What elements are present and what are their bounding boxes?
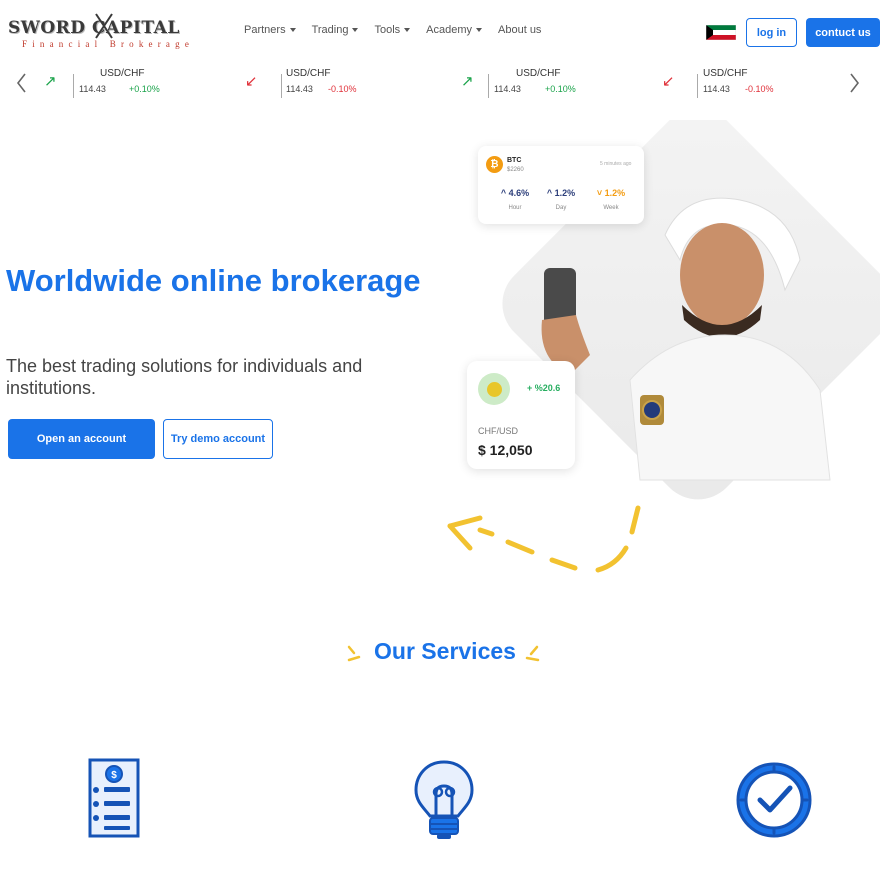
btc-price: $2260: [507, 167, 524, 173]
chevron-down-icon: [352, 28, 359, 33]
nav-tools[interactable]: Tools: [374, 24, 411, 36]
ticker-item[interactable]: ↙ USD/CHF 114.43 -0.10%: [245, 66, 445, 102]
swords-icon: [95, 13, 113, 39]
chevron-down-icon: [289, 28, 296, 33]
main-nav: Partners Trading Tools Academy About us: [244, 24, 557, 36]
arrow-up-icon: ^: [500, 188, 509, 198]
divider: [697, 74, 698, 98]
logo-tagline: Financial Brokerage: [22, 39, 195, 49]
lightbulb-icon[interactable]: [404, 758, 484, 842]
ticker-change: +0.10%: [545, 84, 576, 94]
arrow-up-icon: ^: [546, 188, 555, 198]
bitcoin-icon: ₿: [486, 156, 503, 173]
hero-subtitle: The best trading solutions for individua…: [6, 356, 363, 398]
kuwait-flag-icon[interactable]: [706, 25, 736, 40]
dashed-arrow-decoration: [447, 505, 641, 573]
ticker-change: -0.10%: [745, 84, 774, 94]
ticker-price: 114.43: [494, 84, 521, 94]
nav-partners-label: Partners: [244, 24, 286, 36]
chf-pair: CHF/USD: [478, 426, 518, 436]
svg-text:$: $: [111, 770, 117, 781]
chf-price: $ 12,050: [478, 442, 533, 458]
nav-trading-label: Trading: [311, 24, 349, 36]
ticker-change: -0.10%: [328, 84, 357, 94]
nav-about-label: About us: [498, 24, 542, 36]
site-header: SWORD CAPITAL Financial Brokerage Partne…: [0, 0, 889, 62]
stat-value: 1.2%: [554, 188, 576, 198]
coin-icon: [478, 373, 510, 405]
ticker-item[interactable]: ↙ USD/CHF 114.43 -0.10%: [662, 66, 842, 102]
open-account-button[interactable]: Open an account: [8, 419, 155, 459]
sparkle-right-icon: [525, 645, 540, 662]
nav-tools-label: Tools: [374, 24, 401, 36]
btc-stat-hour: ^ 4.6% Hour: [492, 188, 538, 211]
nav-academy-label: Academy: [426, 24, 473, 36]
chf-price-card: + %20.6 CHF/USD $ 12,050: [467, 361, 575, 469]
btc-stat-day: ^ 1.2% Day: [538, 188, 584, 211]
ticker-pair: USD/CHF: [286, 68, 331, 79]
chevron-down-icon: [404, 28, 411, 33]
btc-name: BTC: [507, 157, 522, 164]
ticker-price: 114.43: [79, 84, 106, 94]
chevron-down-icon: [476, 28, 483, 33]
ticker-price: 114.43: [286, 84, 313, 94]
invoice-icon[interactable]: $: [78, 758, 158, 842]
stat-label: Week: [603, 205, 619, 211]
contact-button[interactable]: contuct us: [806, 18, 880, 47]
stat-label: Hour: [508, 205, 522, 211]
chevron-left-icon[interactable]: [14, 72, 30, 94]
hero-title: Worldwide online brokerage: [6, 263, 421, 298]
ticker-change: +0.10%: [129, 84, 160, 94]
nav-trading[interactable]: Trading: [312, 24, 359, 36]
demo-account-button[interactable]: Try demo account: [163, 419, 273, 459]
ticker-pair: USD/CHF: [703, 68, 748, 79]
nav-partners[interactable]: Partners: [244, 24, 296, 36]
btc-stat-week: ˅ 1.2% Week: [588, 188, 634, 211]
ticker-item[interactable]: ↗ USD/CHF 114.43 +0.10%: [461, 66, 661, 102]
chf-change: + %20.6: [527, 383, 561, 393]
ticker-pair: USD/CHF: [100, 68, 145, 79]
divider: [73, 74, 74, 98]
nav-about[interactable]: About us: [498, 24, 541, 36]
btc-time: 5 minutes ago: [600, 161, 632, 167]
ticker-pair: USD/CHF: [516, 68, 561, 79]
clock-check-icon[interactable]: [734, 758, 814, 842]
divider: [488, 74, 489, 98]
ticker-price: 114.43: [703, 84, 730, 94]
stat-value: 1.2%: [604, 188, 626, 198]
arrow-down-icon: ˅: [596, 188, 605, 198]
btc-price-card: ₿ BTC $2260 5 minutes ago ^ 4.6% Hour ^ …: [478, 146, 644, 224]
arrow-up-right-icon: ↗: [461, 73, 474, 90]
price-ticker: ↗ USD/CHF 114.43 +0.10% ↙ USD/CHF 114.43…: [0, 62, 889, 106]
arrow-down-left-icon: ↙: [662, 73, 675, 90]
stat-label: Day: [555, 205, 567, 211]
stat-value: 4.6%: [508, 188, 530, 198]
logo[interactable]: SWORD CAPITAL Financial Brokerage: [8, 12, 212, 54]
arrow-down-left-icon: ↙: [245, 73, 258, 90]
ticker-item[interactable]: ↗ USD/CHF 114.43 +0.10%: [44, 66, 244, 102]
divider: [281, 74, 282, 98]
chevron-right-icon[interactable]: [846, 72, 862, 94]
arrow-up-right-icon: ↗: [44, 73, 57, 90]
login-button[interactable]: log in: [746, 18, 797, 47]
services-title: Our Services: [374, 638, 516, 664]
nav-academy[interactable]: Academy: [426, 24, 483, 36]
